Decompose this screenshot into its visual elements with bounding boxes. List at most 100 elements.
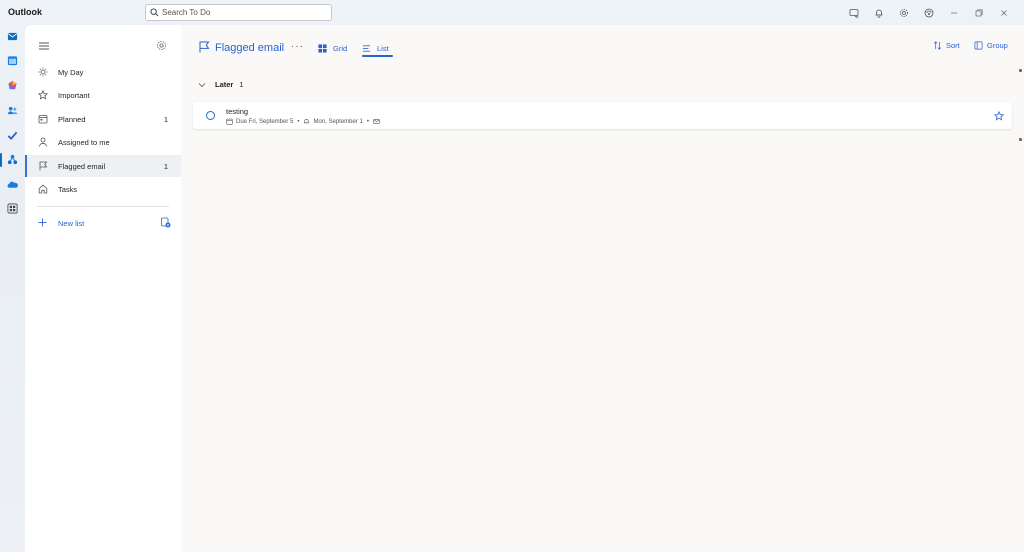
hamburger-menu-icon[interactable] [38, 41, 50, 51]
grid-icon [318, 43, 327, 53]
section-count: 1 [239, 80, 244, 89]
view-list-button[interactable]: List [362, 40, 389, 56]
scroll-marker [1019, 138, 1022, 141]
chevron-down-icon [198, 82, 206, 87]
new-list-button[interactable]: New list [38, 217, 171, 231]
view-grid-label: Grid [333, 43, 348, 53]
restore-icon [975, 8, 983, 16]
sidebar-item-count: 1 [163, 115, 168, 124]
sidebar-item-label: Tasks [58, 185, 78, 194]
rail-copilot[interactable] [6, 79, 19, 92]
feedback-button[interactable] [841, 5, 866, 20]
mail-icon [7, 32, 18, 41]
group-icon [974, 41, 983, 50]
home-icon [38, 184, 48, 194]
minimize-button[interactable] [941, 5, 966, 20]
more-apps-icon [7, 203, 18, 214]
rail-todo[interactable] [6, 129, 19, 142]
new-group-icon[interactable] [160, 217, 171, 228]
rail-mail[interactable] [6, 30, 19, 43]
bell-icon [304, 119, 310, 124]
page-title: Flagged email [215, 42, 285, 54]
title-bar: Outlook [0, 0, 1024, 25]
copilot-icon [924, 8, 933, 17]
plus-icon [38, 218, 47, 227]
task-reminder: Mon, September 1 [313, 118, 363, 125]
calendar-icon [7, 56, 18, 66]
sort-button[interactable]: Sort [933, 41, 960, 50]
task-item[interactable]: testing Due Fri, September 5 • Mon, Sept… [193, 102, 1012, 129]
sidebar-item-important[interactable]: Important [25, 84, 181, 106]
active-view-indicator [362, 55, 393, 57]
calendar-icon [38, 115, 48, 124]
section-header-later[interactable]: Later 1 [198, 80, 244, 89]
copilot-button[interactable] [916, 5, 941, 20]
search-icon [150, 8, 159, 17]
rail-active-indicator [0, 153, 2, 167]
section-label: Later [215, 80, 234, 89]
app-title: Outlook [8, 7, 42, 17]
org-explorer-icon [7, 154, 18, 165]
new-list-label: New list [58, 219, 85, 228]
notifications-button[interactable] [866, 5, 891, 20]
rail-people[interactable] [6, 104, 19, 117]
task-due-date: Due Fri, September 5 [236, 118, 294, 125]
mail-icon [373, 119, 380, 124]
minimize-icon [950, 12, 957, 13]
separator-dot: • [366, 118, 369, 125]
sidebar-item-my-day[interactable]: My Day [25, 61, 181, 83]
rail-more-apps[interactable] [6, 202, 19, 215]
sidebar-item-label: Assigned to me [58, 138, 110, 147]
scroll-marker [1019, 69, 1022, 72]
more-options-button[interactable]: ··· [291, 41, 304, 52]
task-complete-checkbox[interactable] [206, 111, 215, 120]
todo-icon [7, 131, 18, 141]
sidebar-item-label: Planned [58, 115, 86, 124]
app-rail [0, 25, 25, 552]
close-icon [1000, 9, 1007, 16]
search-input[interactable] [162, 8, 322, 17]
sidebar-item-flagged-email[interactable]: Flagged email 1 [25, 155, 181, 177]
separator-dot: • [297, 118, 300, 125]
sidebar-item-label: Flagged email [58, 162, 106, 171]
person-icon [39, 137, 47, 147]
flag-icon [39, 161, 48, 171]
star-icon[interactable] [994, 111, 1004, 121]
main-pane: Flagged email ··· Grid List Sort Group L… [181, 25, 1024, 552]
rail-org-explorer[interactable] [6, 153, 19, 166]
feedback-icon [849, 8, 858, 18]
sidebar-divider [37, 206, 169, 207]
restore-button[interactable] [966, 5, 991, 20]
flag-icon [199, 41, 210, 53]
group-button[interactable]: Group [974, 41, 1008, 50]
sun-icon [38, 67, 48, 77]
group-label: Group [987, 41, 1008, 50]
close-button[interactable] [991, 5, 1016, 20]
settings-button[interactable] [891, 5, 916, 20]
sidebar-item-count: 1 [163, 162, 168, 171]
gear-icon [899, 8, 908, 17]
gear-icon[interactable] [156, 40, 167, 51]
calendar-icon [226, 118, 233, 125]
search-box[interactable] [145, 4, 332, 21]
rail-onedrive[interactable] [6, 178, 19, 191]
sidebar-item-tasks[interactable]: Tasks [25, 178, 181, 200]
sidebar-item-label: Important [58, 91, 90, 100]
sort-label: Sort [946, 41, 960, 50]
people-icon [7, 106, 18, 115]
list-icon [362, 44, 371, 52]
task-meta: Due Fri, September 5 • Mon, September 1 … [226, 118, 383, 125]
sidebar-item-label: My Day [58, 68, 84, 77]
bell-icon [875, 9, 882, 18]
view-grid-button[interactable]: Grid [318, 40, 347, 56]
view-list-label: List [377, 43, 389, 53]
copilot-icon [8, 80, 17, 90]
sort-icon [933, 41, 942, 50]
lists-sidebar: My Day Important Planned 1 Assigned to m… [25, 25, 181, 552]
task-title: testing [226, 107, 249, 116]
sidebar-item-planned[interactable]: Planned 1 [25, 108, 181, 130]
sidebar-item-assigned-to-me[interactable]: Assigned to me [25, 131, 181, 153]
rail-calendar[interactable] [6, 54, 19, 67]
star-icon [38, 90, 48, 100]
onedrive-icon [7, 181, 18, 188]
